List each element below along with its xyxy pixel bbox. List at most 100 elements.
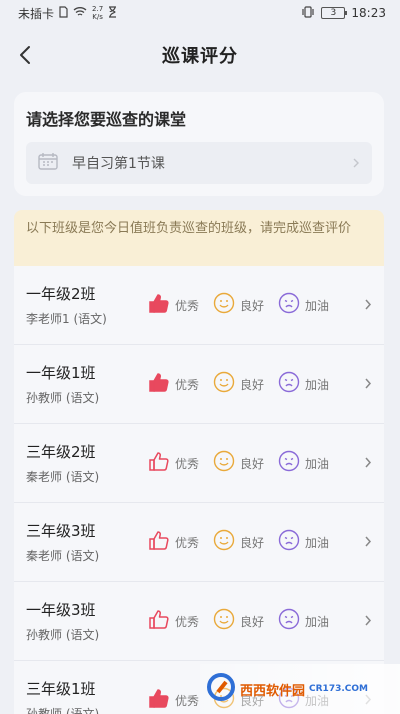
class-name: 一年级2班 — [26, 285, 96, 303]
teacher-name: 秦老师 (语文) — [26, 470, 100, 484]
rate-good-label: 良好 — [240, 456, 265, 471]
back-button[interactable] — [8, 38, 42, 72]
teacher-name: 李老师1 (语文) — [26, 312, 107, 326]
thumbs-up-icon — [148, 529, 170, 555]
sad-face-icon — [278, 292, 300, 318]
rate-excellent-label: 优秀 — [175, 614, 200, 629]
status-bar: 未插卡 2.7 K/s 3 18:23 — [0, 0, 400, 26]
watermark-brand: 西西软件园 — [240, 683, 306, 699]
smile-face-icon — [213, 608, 235, 634]
rating-options: 优秀 良好 加油 — [148, 450, 343, 476]
rate-good-button[interactable]: 良好 — [213, 529, 264, 555]
rate-good-label: 良好 — [240, 535, 265, 550]
battery-icon: 3 — [321, 7, 348, 19]
classroom-select[interactable]: 早自习第1节课 — [26, 142, 372, 184]
rate-excellent-button[interactable]: 优秀 — [148, 687, 199, 713]
rate-excellent-label: 优秀 — [175, 535, 200, 550]
rate-excellent-button[interactable]: 优秀 — [148, 529, 199, 555]
rate-effort-button[interactable]: 加油 — [278, 450, 329, 476]
rate-excellent-button[interactable]: 优秀 — [148, 450, 199, 476]
watermark-logo-icon — [206, 672, 236, 706]
class-info: 三年级1班孙教师 (语文) — [26, 678, 146, 714]
class-row[interactable]: 一年级1班孙教师 (语文) 优秀 良好 加油 — [14, 345, 384, 424]
teacher-name: 孙教师 (语文) — [26, 391, 100, 405]
rate-excellent-button[interactable]: 优秀 — [148, 608, 199, 634]
class-name: 一年级1班 — [26, 364, 96, 382]
rate-good-button[interactable]: 良好 — [213, 608, 264, 634]
class-info: 一年级3班孙教师 (语文) — [26, 599, 146, 643]
nav-bar: 巡课评分 — [0, 26, 400, 84]
sim-icon — [59, 5, 68, 21]
rate-good-button[interactable]: 良好 — [213, 292, 264, 318]
chevron-right-icon — [364, 533, 372, 552]
watermark: 西西软件园 CR173.COM — [200, 664, 400, 714]
sad-face-icon — [278, 371, 300, 397]
chevron-right-icon — [364, 375, 372, 394]
rate-effort-label: 加油 — [305, 535, 330, 550]
rate-effort-button[interactable]: 加油 — [278, 292, 329, 318]
selected-classroom: 早自习第1节课 — [72, 156, 165, 172]
rate-effort-label: 加油 — [305, 298, 330, 313]
rate-good-label: 良好 — [240, 614, 265, 629]
sad-face-icon — [278, 450, 300, 476]
rate-effort-label: 加油 — [305, 456, 330, 471]
teacher-name: 孙教师 (语文) — [26, 628, 100, 642]
notice-banner: 以下班级是您今日值班负责巡查的班级，请完成巡查评价 — [14, 210, 384, 266]
rate-effort-button[interactable]: 加油 — [278, 529, 329, 555]
rate-excellent-label: 优秀 — [175, 693, 200, 708]
class-name: 三年级2班 — [26, 443, 96, 461]
rate-excellent-label: 优秀 — [175, 377, 200, 392]
thumbs-up-icon — [148, 687, 170, 713]
selector-title: 请选择您要巡查的课堂 — [26, 110, 187, 129]
rate-good-button[interactable]: 良好 — [213, 450, 264, 476]
class-name: 一年级3班 — [26, 601, 96, 619]
class-info: 一年级1班孙教师 (语文) — [26, 362, 146, 406]
class-info: 一年级2班李老师1 (语文) — [26, 283, 146, 327]
chevron-right-icon — [352, 154, 360, 173]
sad-face-icon — [278, 529, 300, 555]
network-speed: 2.7 K/s — [92, 5, 104, 21]
thumbs-up-icon — [148, 608, 170, 634]
rating-options: 优秀 良好 加油 — [148, 371, 343, 397]
page-title: 巡课评分 — [162, 46, 238, 67]
smile-face-icon — [213, 450, 235, 476]
carrier-text: 未插卡 — [18, 6, 55, 21]
rate-excellent-label: 优秀 — [175, 298, 200, 313]
class-list: 一年级2班 李老师1 (语文) 优秀 良好 加油 一年级1班 孙教师 (语文) 优秀 良好 加油三… — [14, 266, 384, 714]
rate-good-label: 良好 — [240, 377, 265, 392]
class-row[interactable]: 一年级2班李老师1 (语文) 优秀 良好 加油 — [14, 266, 384, 345]
smile-face-icon — [213, 292, 235, 318]
class-row[interactable]: 一年级3班孙教师 (语文) 优秀 良好 加油 — [14, 582, 384, 661]
class-name: 三年级1班 — [26, 680, 96, 698]
vibrate-icon — [301, 5, 315, 21]
thumbs-up-icon — [148, 371, 170, 397]
chevron-right-icon — [364, 296, 372, 315]
rate-effort-button[interactable]: 加油 — [278, 608, 329, 634]
class-row[interactable]: 三年级3班秦老师 (语文) 优秀 良好 加油 — [14, 503, 384, 582]
chevron-right-icon — [364, 612, 372, 631]
teacher-name: 孙教师 (语文) — [26, 707, 100, 714]
calendar-icon — [38, 152, 58, 174]
smile-face-icon — [213, 371, 235, 397]
rate-good-label: 良好 — [240, 298, 265, 313]
class-info: 三年级3班秦老师 (语文) — [26, 520, 146, 564]
class-row[interactable]: 三年级2班秦老师 (语文) 优秀 良好 加油 — [14, 424, 384, 503]
chevron-right-icon — [364, 454, 372, 473]
rate-effort-label: 加油 — [305, 377, 330, 392]
clock-time: 18:23 — [351, 6, 386, 20]
class-info: 三年级2班秦老师 (语文) — [26, 441, 146, 485]
teacher-name: 秦老师 (语文) — [26, 549, 100, 563]
smile-face-icon — [213, 529, 235, 555]
rating-options: 优秀 良好 加油 — [148, 529, 343, 555]
rating-options: 优秀 良好 加油 — [148, 608, 343, 634]
rate-excellent-button[interactable]: 优秀 — [148, 292, 199, 318]
thumbs-up-icon — [148, 292, 170, 318]
rate-excellent-label: 优秀 — [175, 456, 200, 471]
watermark-domain: CR173.COM — [309, 684, 368, 694]
rate-excellent-button[interactable]: 优秀 — [148, 371, 199, 397]
class-name: 三年级3班 — [26, 522, 96, 540]
thumbs-up-icon — [148, 450, 170, 476]
rating-options: 优秀 良好 加油 — [148, 292, 343, 318]
rate-good-button[interactable]: 良好 — [213, 371, 264, 397]
rate-effort-button[interactable]: 加油 — [278, 371, 329, 397]
